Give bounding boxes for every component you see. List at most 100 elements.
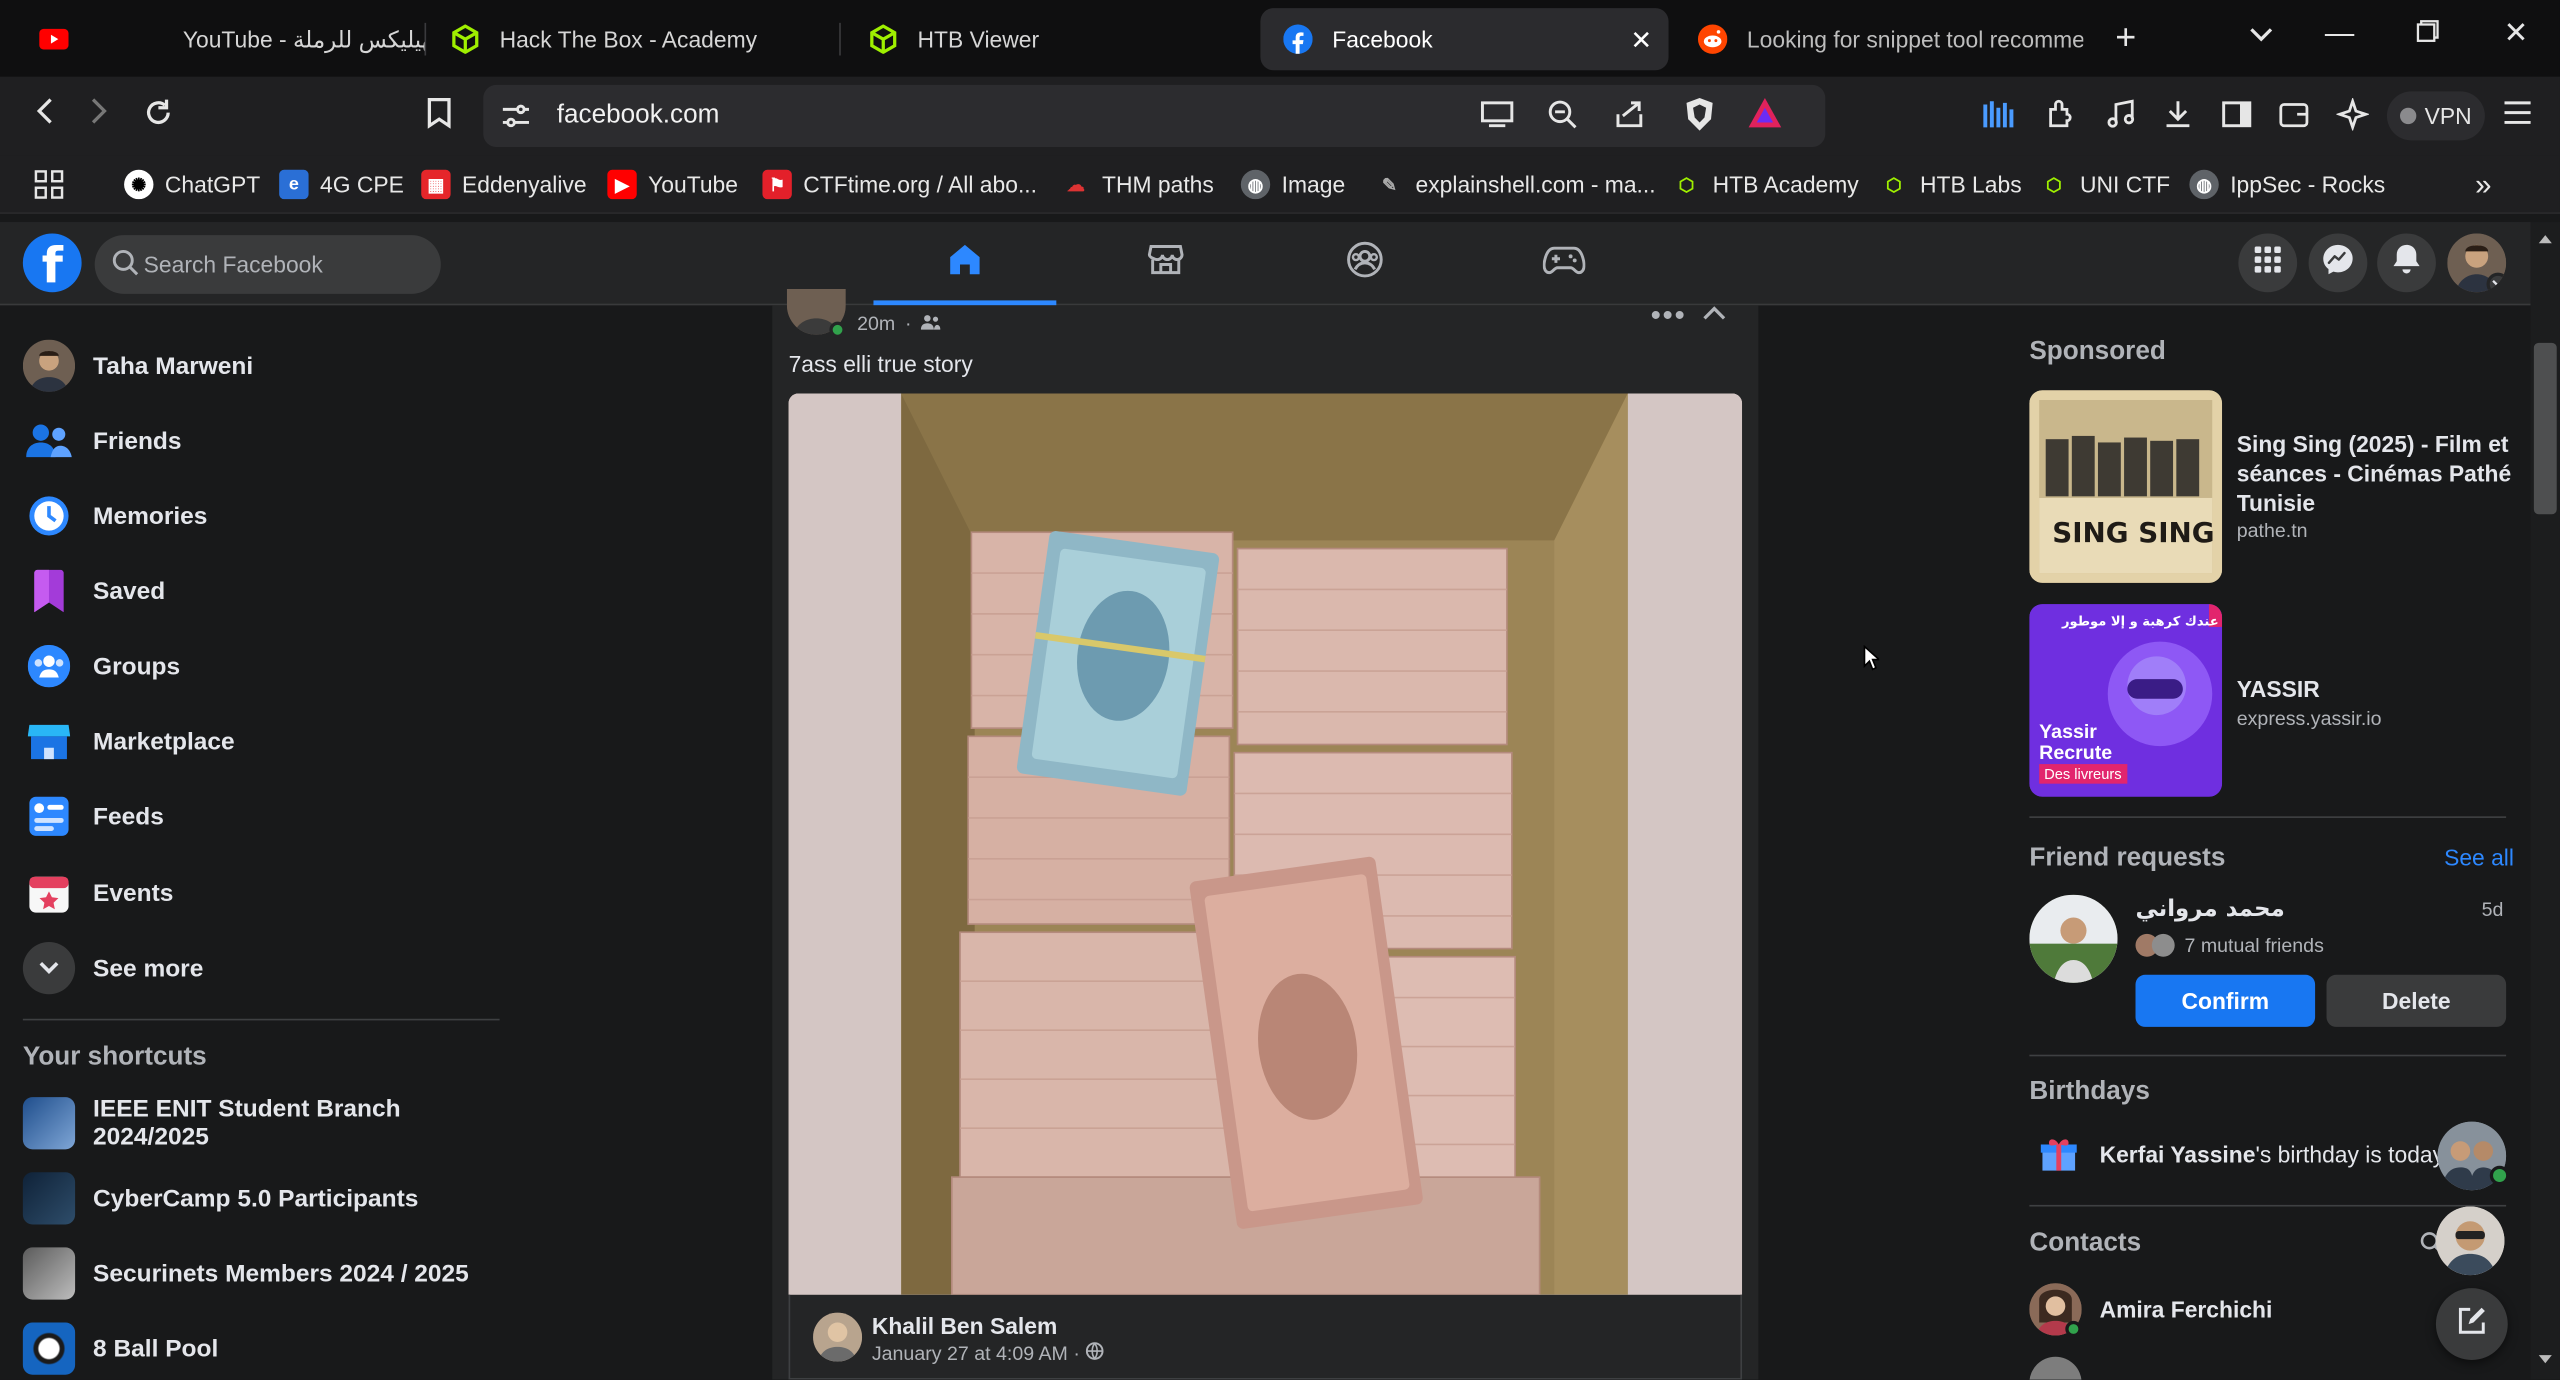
reload-icon[interactable] <box>137 96 179 138</box>
bookmark-4g-cpe[interactable]: e 4G CPE <box>279 168 404 201</box>
bookmark-chatgpt[interactable]: ✺ ChatGPT <box>124 168 260 201</box>
tab-facebook[interactable]: Facebook ✕ <box>1260 8 1669 71</box>
sidebar-item-label: Groups <box>93 652 181 680</box>
bookmark-youtube[interactable]: ▶ YouTube <box>607 168 738 201</box>
grid-menu-icon <box>2253 244 2282 282</box>
search-box[interactable] <box>94 235 441 294</box>
sponsored-ad[interactable]: SING SING Sing Sing (2025) - Film et séa… <box>2029 390 2519 583</box>
forward-icon[interactable] <box>78 96 120 138</box>
bookmark-htb-labs[interactable]: ⬡ HTB Labs <box>1879 168 2022 201</box>
tab-groups[interactable] <box>1273 222 1456 304</box>
bookmark-icon[interactable] <box>418 96 460 138</box>
shared-author-name[interactable]: Khalil Ben Salem <box>872 1313 1057 1339</box>
bookmark-label: 4G CPE <box>319 171 404 198</box>
friend-request-avatar[interactable] <box>2029 894 2118 983</box>
cast-icon[interactable] <box>1479 98 1515 134</box>
search-icon <box>111 248 144 281</box>
site-settings-icon[interactable] <box>500 100 533 141</box>
sidebar-item-profile[interactable]: Taha Marweni <box>13 330 503 402</box>
sidebar-item-see-more[interactable]: See more <box>13 932 503 1004</box>
delete-button[interactable]: Delete <box>2326 974 2507 1027</box>
messenger-button[interactable] <box>2308 233 2368 293</box>
search-input[interactable] <box>143 235 430 294</box>
more-bookmarks-icon[interactable]: » <box>2475 167 2491 201</box>
new-tab-button[interactable]: + <box>2103 16 2149 58</box>
post-photo[interactable] <box>788 393 1743 1295</box>
tab-home[interactable] <box>873 222 1057 306</box>
facebook-logo[interactable]: f <box>22 233 82 293</box>
brave-shield-icon[interactable] <box>1682 96 1718 132</box>
close-window-button[interactable]: ✕ <box>2493 16 2539 50</box>
apps-grid-icon[interactable] <box>34 168 64 201</box>
bookmark-uni-ctf[interactable]: ⬡ UNI CTF <box>2039 168 2170 201</box>
bookmark-thm-paths[interactable]: ☁ THM paths <box>1061 168 1214 201</box>
minimize-button[interactable]: — <box>2317 16 2363 50</box>
tab-hackthebox-academy[interactable]: Hack The Box - Academy <box>428 8 836 70</box>
music-icon[interactable] <box>2103 98 2139 134</box>
sidebar-item-label: See more <box>93 954 204 983</box>
shortcut-item[interactable]: 8 Ball Pool <box>13 1313 503 1380</box>
tab-youtube[interactable]: YouTube - الهيليكس للرملة <box>16 8 424 70</box>
share-icon[interactable] <box>1611 98 1647 134</box>
tab-marketplace[interactable] <box>1074 222 1257 304</box>
brave-rewards-icon[interactable] <box>1747 96 1783 132</box>
sponsored-ad[interactable]: عندك كرهبة و إلا موطور Yassir Recrute De… <box>2029 604 2519 797</box>
shared-author-avatar[interactable] <box>813 1312 863 1362</box>
eddenyalive-icon: ▦ <box>421 169 451 200</box>
shared-post-date[interactable]: January 27 at 4:09 AM · <box>872 1342 1104 1365</box>
sidebar-item-feeds[interactable]: Feeds <box>13 780 503 852</box>
address-bar[interactable]: facebook.com <box>483 84 1826 147</box>
tab-gaming[interactable] <box>1473 222 1656 304</box>
sidebar-toggle-icon[interactable] <box>2219 98 2255 134</box>
extension-stats-icon[interactable] <box>1982 98 2018 134</box>
bookmark-ctftime[interactable]: ⚑ CTFtime.org / All abo... <box>762 168 1037 201</box>
hide-post-icon[interactable] <box>1703 296 1726 330</box>
friend-request-name[interactable]: محمد مرواني <box>2136 896 2285 922</box>
menu-button[interactable] <box>2238 233 2298 293</box>
see-all-link[interactable]: See all <box>2444 844 2514 870</box>
tab-list-chevron-icon[interactable] <box>2238 16 2284 50</box>
contact-avatar[interactable] <box>2435 1206 2505 1276</box>
shortcut-item[interactable]: IEEE ENIT Student Branch 2024/2025 <box>13 1087 503 1159</box>
compose-icon <box>2456 1304 2489 1345</box>
post-options-icon[interactable]: ••• <box>1651 299 1687 333</box>
leo-ai-icon[interactable] <box>2335 96 2371 134</box>
scroll-down-arrow-icon[interactable] <box>2537 1353 2553 1366</box>
new-message-button[interactable] <box>2435 1288 2508 1360</box>
extensions-icon[interactable] <box>2042 98 2078 134</box>
sidebar-item-groups[interactable]: Groups <box>13 630 503 702</box>
download-icon[interactable] <box>2160 98 2196 134</box>
notifications-button[interactable] <box>2377 233 2436 293</box>
scrollbar-thumb[interactable] <box>2533 342 2557 515</box>
vpn-button[interactable]: VPN <box>2386 91 2485 141</box>
bookmark-explainshell[interactable]: ✎ explainshell.com - ma... <box>1375 168 1656 201</box>
confirm-button[interactable]: Confirm <box>2135 974 2316 1027</box>
post-timestamp[interactable]: 20m <box>857 312 895 335</box>
account-avatar[interactable] <box>2447 233 2507 293</box>
contact-avatar-partial[interactable] <box>2029 1356 2082 1380</box>
bookmark-label: IppSec - Rocks <box>2230 171 2386 198</box>
sidebar-item-events[interactable]: Events <box>13 857 503 929</box>
mutual-friends[interactable]: 7 mutual friends <box>2135 933 2324 957</box>
sidebar-item-saved[interactable]: Saved <box>13 555 503 627</box>
shortcut-item[interactable]: Securinets Members 2024 / 2025 <box>13 1238 503 1310</box>
bookmark-htb-academy[interactable]: ⬡ HTB Academy <box>1672 168 1859 201</box>
bookmark-image[interactable]: ◍ Image <box>1240 168 1345 201</box>
shortcut-item[interactable]: CyberCamp 5.0 Participants <box>13 1162 503 1234</box>
restore-button[interactable] <box>2405 16 2451 50</box>
birthday-item[interactable]: Kerfai Yassine's birthday is today. <box>2029 1135 2449 1174</box>
tab-htb-viewer[interactable]: HTB Viewer <box>846 8 1254 70</box>
wallet-icon[interactable] <box>2276 98 2312 134</box>
bookmark-ippsec[interactable]: ◍ IppSec - Rocks <box>2189 168 2385 201</box>
scroll-up-arrow-icon[interactable] <box>2537 232 2553 245</box>
menu-icon[interactable] <box>2500 98 2536 134</box>
bookmark-eddenyalive[interactable]: ▦ Eddenyalive <box>421 168 587 201</box>
contact-item[interactable]: Amira Ferchichi <box>2029 1278 2272 1340</box>
sidebar-item-marketplace[interactable]: Marketplace <box>13 705 503 777</box>
zoom-out-icon[interactable] <box>1544 98 1580 134</box>
sidebar-item-friends[interactable]: Friends <box>13 405 503 477</box>
back-icon[interactable] <box>23 96 65 138</box>
sidebar-item-memories[interactable]: Memories <box>13 480 503 552</box>
close-tab-icon[interactable]: ✕ <box>1630 24 1652 57</box>
tab-reddit[interactable]: Looking for snippet tool recomme <box>1675 8 2083 70</box>
